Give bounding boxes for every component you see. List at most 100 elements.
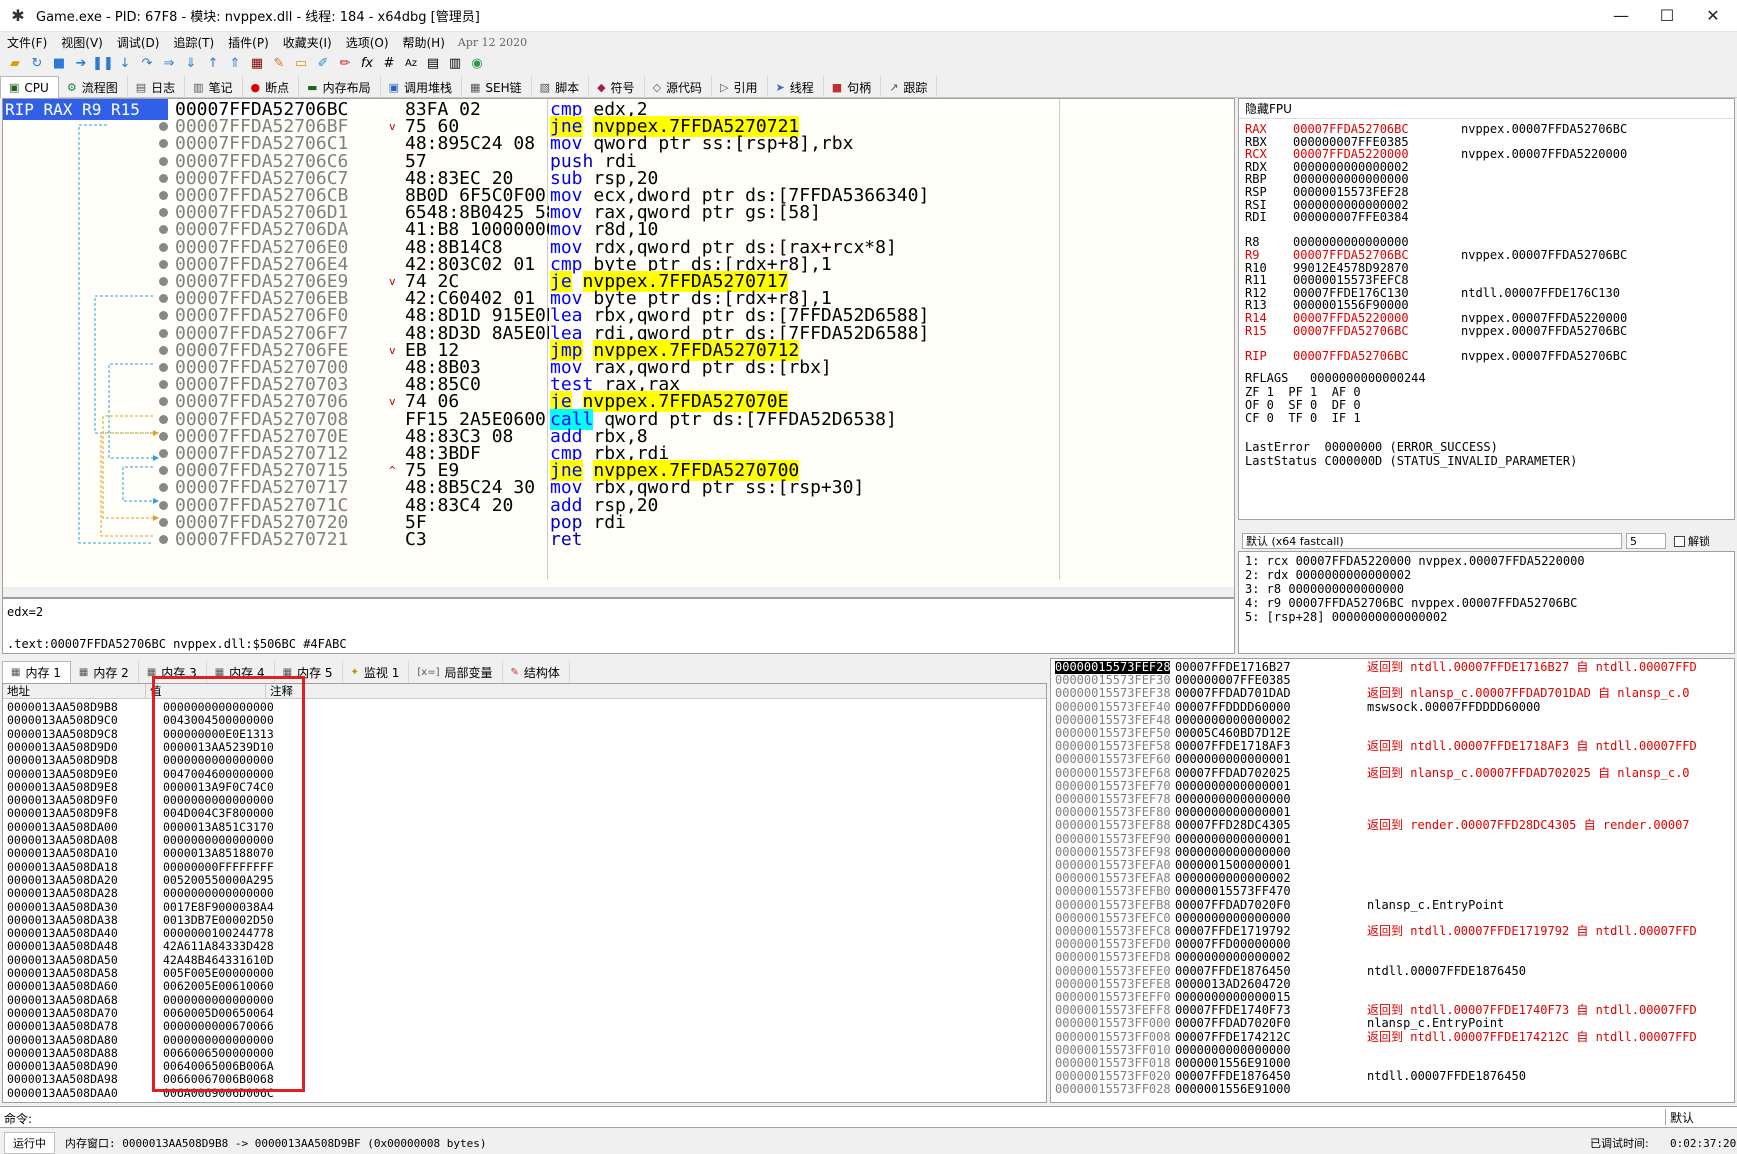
breakpoint-dot[interactable]	[159, 277, 168, 286]
menu-item-6[interactable]: 选项(O)	[339, 34, 396, 51]
horizontal-scrollbar[interactable]	[3, 587, 1234, 597]
stop-icon[interactable]: ■	[49, 54, 69, 72]
tab-8[interactable]: ▧ 脚本	[532, 76, 590, 98]
stack-row[interactable]: 00000015573FEF88 00007FFD28DC4305 返回到 rend…	[1051, 819, 1734, 832]
menu-item-7[interactable]: 帮助(H)	[396, 34, 452, 51]
breakpoint-dot[interactable]	[159, 500, 168, 510]
stack-row[interactable]: 00000015573FEF40 00007FFDDDD60000 mswsock.…	[1051, 700, 1734, 714]
stack-row[interactable]: 00000015573FF018 0000001556E91000	[1051, 1057, 1734, 1070]
tab-5[interactable]: ▬ 内存布局	[299, 76, 381, 98]
stack-row[interactable]: 00000015573FEF68 00007FFDAD702025 返回到 nlan…	[1051, 766, 1734, 780]
calling-convention-select[interactable]: 默认 (x64 fastcall)	[1242, 533, 1622, 549]
stack-row[interactable]: 00000015573FEFF8 00007FFDE1740F73 返回到 ntdl…	[1051, 1004, 1734, 1017]
stack-row[interactable]: 00000015573FEF50 00005C460BD7D12E	[1051, 727, 1734, 740]
disasm-row[interactable]: 00007FFDA5270721 C3 ret	[159, 530, 1234, 549]
tab-6[interactable]: ▣ 调用堆栈	[381, 76, 463, 98]
run-to-user-icon[interactable]: ↑	[203, 54, 223, 72]
stack-row[interactable]: 00000015573FEFB0 00000015573FF470	[1051, 885, 1734, 898]
run-icon[interactable]: ➔	[71, 54, 91, 72]
disassembly-list[interactable]: 00007FFDA52706BC 83FA 02 cmp edx,2 00007FFD…	[159, 99, 1234, 597]
function-icon[interactable]: fx	[357, 54, 377, 72]
menu-item-3[interactable]: 追踪(T)	[166, 34, 221, 51]
stack-row[interactable]: 00000015573FEFC8 00007FFDE1719792 返回到 ntdl…	[1051, 925, 1734, 938]
stack-row[interactable]: 00000015573FF020 00007FFDE1876450 ntdll.00…	[1051, 1070, 1734, 1083]
stack-row[interactable]: 00000015573FEF70 0000000000000001	[1051, 779, 1734, 793]
stack-row[interactable]: 00000015573FF028 0000001556E91000	[1051, 1083, 1734, 1096]
stack-row[interactable]: 00000015573FEF38 00007FFDAD701DAD 返回到 nlan…	[1051, 687, 1734, 700]
breakpoint-dot[interactable]	[159, 328, 168, 338]
maximize-button[interactable]: ☐	[1644, 0, 1690, 32]
command-input[interactable]	[36, 1107, 1496, 1127]
breakpoint-dot[interactable]	[159, 191, 168, 200]
hash-icon[interactable]: #	[379, 54, 399, 72]
label-icon[interactable]: ▭	[291, 54, 311, 72]
tab-10[interactable]: ◇ 源代码	[645, 76, 713, 98]
tab-9[interactable]: ◆ 符号	[589, 76, 645, 98]
stack-row[interactable]: 00000015573FEF58 00007FFDE1718AF3 返回到 ntdl…	[1051, 740, 1734, 753]
calculator-icon[interactable]: ▥	[445, 54, 465, 72]
stack-row[interactable]: 00000015573FF010 0000000000000000	[1051, 1043, 1734, 1057]
step-over-icon[interactable]: ↷	[137, 54, 157, 72]
stack-row[interactable]: 00000015573FEFA8 0000000000000002	[1051, 872, 1734, 885]
menu-item-1[interactable]: 视图(V)	[54, 34, 110, 51]
globe-icon[interactable]: ◉	[467, 54, 487, 72]
stack-row[interactable]: 00000015573FEFA0 0000001500000001	[1051, 859, 1734, 872]
cpu-disassembly-pane[interactable]: RIP RAX R9 R15 00007FFDA52706BC 83FA 02 cm…	[2, 98, 1235, 598]
command-mode-select[interactable]: 默认	[1665, 1109, 1735, 1125]
breakpoint-dot[interactable]	[159, 431, 168, 441]
stack-row[interactable]: 00000015573FEFB8 00007FFDAD7020F0 nlansp_c…	[1051, 898, 1734, 912]
tab-13[interactable]: ■ 句柄	[824, 76, 882, 98]
breakpoint-dot[interactable]	[159, 414, 168, 424]
tab-14[interactable]: ↗ 跟踪	[881, 76, 938, 98]
stack-row[interactable]: 00000015573FEFE8 0000013AD2604720	[1051, 977, 1734, 991]
stack-row[interactable]: 00000015573FEF28 00007FFDE1716B27 返回到 ntdl…	[1051, 661, 1734, 674]
arguments-pane[interactable]: 1: rcx 00007FFDA5220000 nvppex.00007FFDA…	[1238, 551, 1735, 654]
tab-2[interactable]: ▤ 日志	[128, 76, 186, 98]
breakpoint-dot[interactable]	[159, 517, 168, 527]
dump-tab-5[interactable]: ✦ 监视 1	[343, 661, 410, 683]
stack-row[interactable]: 00000015573FEF78 0000000000000000	[1051, 793, 1734, 806]
trace-over-icon[interactable]: ⇓	[181, 54, 201, 72]
dump-tab-7[interactable]: ✎ 结构体	[503, 661, 570, 683]
stack-row[interactable]: 00000015573FF000 00007FFDAD7020F0 nlansp_c…	[1051, 1017, 1734, 1030]
tab-7[interactable]: ▦ SEH链	[462, 76, 532, 98]
tab-1[interactable]: ⚙ 流程图	[59, 76, 128, 98]
breakpoint-dot[interactable]	[159, 156, 168, 166]
stack-row[interactable]: 00000015573FEFE0 00007FFDE1876450 ntdll.00…	[1051, 964, 1734, 978]
dump-tab-6[interactable]: [x=] 局部变量	[409, 661, 503, 683]
breakpoint-dot[interactable]	[159, 535, 168, 544]
stack-row[interactable]: 00000015573FEF80 0000000000000001	[1051, 806, 1734, 819]
dump-tab-1[interactable]: ▦ 内存 2	[71, 661, 139, 683]
breakpoint-dot[interactable]	[159, 345, 168, 355]
stack-row[interactable]: 00000015573FEF30 000000007FFE0385	[1051, 674, 1734, 687]
open-icon[interactable]: ▰	[5, 54, 25, 72]
close-button[interactable]: ✕	[1690, 0, 1736, 32]
stack-row[interactable]: 00000015573FF008 00007FFDE174212C 返回到 ntdl…	[1051, 1030, 1734, 1044]
menu-item-2[interactable]: 调试(D)	[110, 34, 167, 51]
bookmark-icon[interactable]: ✐	[313, 54, 333, 72]
menu-item-5[interactable]: 收藏夹(I)	[276, 34, 339, 51]
pause-icon[interactable]: ❚❚	[92, 54, 114, 72]
breakpoint-dot[interactable]	[159, 173, 168, 183]
breakpoint-dot[interactable]	[159, 259, 168, 269]
stack-row[interactable]: 00000015573FEF90 0000000000000001	[1051, 832, 1734, 846]
stack-row[interactable]: 00000015573FEF48 0000000000000002	[1051, 713, 1734, 727]
argument-row[interactable]: 3: r8 0000000000000000	[1245, 582, 1734, 596]
hide-fpu-toggle[interactable]: 隐藏FPU	[1239, 99, 1734, 119]
stack-pane[interactable]: 00000015573FEF28 00007FFDE1716B27 返回到 ntdl…	[1050, 658, 1735, 1103]
registers-pane[interactable]: 隐藏FPU RAX 00007FFDA52706BC nvppex.00007FFD…	[1238, 98, 1735, 520]
breakpoint-dot[interactable]	[159, 449, 168, 458]
menu-item-4[interactable]: 插件(P)	[221, 34, 276, 51]
comment-icon[interactable]: ✎	[269, 54, 289, 72]
minimize-button[interactable]: —	[1598, 0, 1644, 32]
argument-row[interactable]: 1: rcx 00007FFDA5220000 nvppex.00007FFDA…	[1245, 554, 1734, 568]
stack-row[interactable]: 00000015573FEF60 0000000000000001	[1051, 753, 1734, 766]
argument-row[interactable]: 2: rdx 0000000000000002	[1245, 568, 1734, 582]
run-to-return-icon[interactable]: ⇑	[225, 54, 245, 72]
tab-11[interactable]: ▷ 引用	[712, 76, 768, 98]
stack-row[interactable]: 00000015573FEF98 0000000000000000	[1051, 845, 1734, 859]
tab-0[interactable]: ▣ CPU	[0, 76, 59, 98]
unlock-checkbox[interactable]	[1674, 535, 1685, 547]
trace-into-icon[interactable]: ⇒	[159, 54, 179, 72]
arg-count-spinner[interactable]: 5	[1626, 533, 1666, 549]
